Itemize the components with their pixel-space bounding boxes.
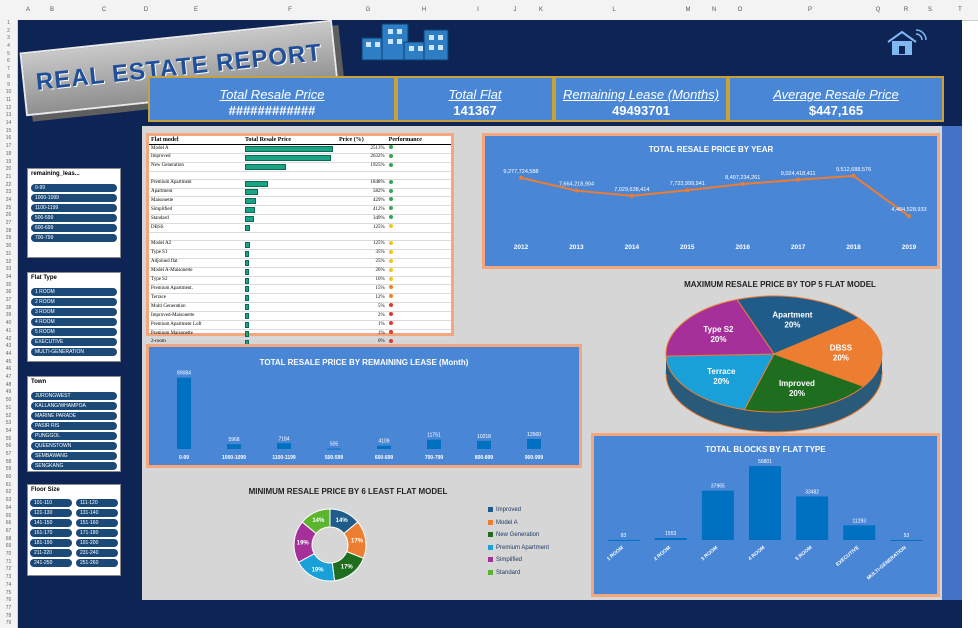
slice-percent: 19% xyxy=(297,540,310,546)
legend-item: Standard xyxy=(488,569,521,576)
x-tick-label: 3 ROOM xyxy=(700,545,719,562)
legend-item: Improved xyxy=(488,507,521,513)
slice-percent: 19% xyxy=(312,567,325,573)
legend-swatch xyxy=(488,519,493,525)
legend-swatch xyxy=(488,569,493,575)
slice-percent: 14% xyxy=(336,518,349,524)
legend-swatch xyxy=(488,507,493,512)
bar[interactable] xyxy=(654,537,687,540)
bar[interactable] xyxy=(796,496,829,540)
chart-panel-blocks: TOTAL BLOCKS BY FLAT TYPE 83 1 ROOM 1553 2 … xyxy=(591,433,940,597)
x-tick-label: 4 ROOM xyxy=(747,545,766,562)
legend-label: Simplified xyxy=(496,557,523,564)
legend-swatch xyxy=(488,557,493,562)
blocks-bar-chart: 83 1 ROOM 1553 2 ROOM 37965 3 ROOM 56801 4 ROOM… xyxy=(606,459,923,582)
x-tick-label: 5 ROOM xyxy=(794,545,813,562)
legend-swatch xyxy=(488,544,493,550)
legend-label: New Generation xyxy=(496,532,540,539)
x-tick-label: MULTI-GENERATION xyxy=(866,545,908,582)
bar[interactable] xyxy=(701,490,734,540)
slice-percent: 14% xyxy=(312,518,325,524)
legend-item: Model A xyxy=(488,519,518,526)
legend-swatch xyxy=(488,532,493,537)
data-label: 33482 xyxy=(805,489,819,495)
x-tick-label: 2 ROOM xyxy=(653,545,672,562)
bar[interactable] xyxy=(890,539,923,541)
data-label: 11293 xyxy=(853,518,867,524)
data-label: 37965 xyxy=(711,484,725,490)
bar[interactable] xyxy=(607,539,640,541)
legend-item: New Generation xyxy=(488,532,539,538)
legend-label: Improved xyxy=(496,507,522,514)
data-label: 53 xyxy=(904,533,910,539)
data-label: 83 xyxy=(621,533,627,539)
data-label: 1553 xyxy=(665,531,676,537)
x-tick-label: EXECUTIVE xyxy=(835,545,861,568)
legend-label: Model A xyxy=(496,519,518,526)
x-tick-label: 1 ROOM xyxy=(606,545,625,562)
legend-label: Standard xyxy=(496,569,521,576)
legend-item: Simplified xyxy=(488,557,522,563)
slice-percent: 17% xyxy=(341,565,354,571)
legend-label: Premium Apartment xyxy=(496,544,550,551)
bar[interactable] xyxy=(749,466,781,540)
legend-item: Premium Apartment xyxy=(488,544,550,551)
data-label: 56801 xyxy=(758,459,772,465)
bar[interactable] xyxy=(843,525,876,540)
slice-percent: 17% xyxy=(351,539,364,545)
